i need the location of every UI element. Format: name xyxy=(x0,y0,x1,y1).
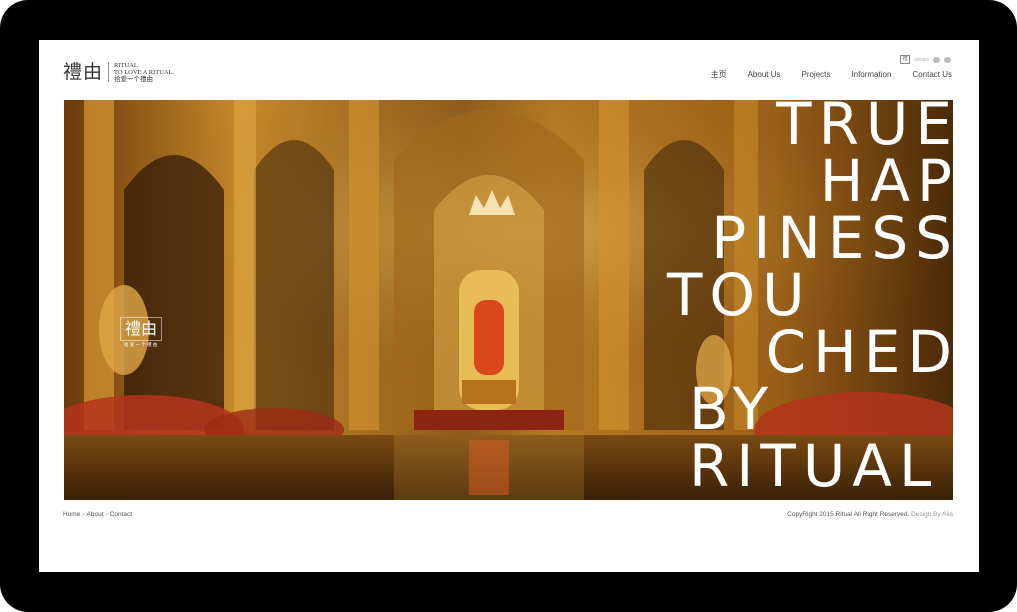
breadcrumb-separator: › xyxy=(105,511,108,518)
breadcrumb: Home › About › Contact xyxy=(63,511,132,518)
device-frame: 禮由 RITUAL TO LOVE A RITUAL. 拾爱一个禮由 禮 WEI… xyxy=(0,0,1017,612)
footer-link-home[interactable]: Home xyxy=(63,511,80,518)
slogan-line: HAP xyxy=(819,147,953,215)
logo-mark: 禮由 xyxy=(63,61,104,83)
slogan-line: CHED xyxy=(765,318,953,386)
nav-contact-us[interactable]: Contact Us xyxy=(912,70,952,80)
social-links: 禮 WEIBO xyxy=(899,55,951,64)
social-label: WEIBO xyxy=(913,57,929,62)
hero-logo: 禮由 xyxy=(120,317,163,341)
site-logo[interactable]: 禮由 RITUAL TO LOVE A RITUAL. 拾爱一个禮由 xyxy=(63,60,174,84)
weibo-icon[interactable] xyxy=(933,56,940,63)
slogan-line: TOU xyxy=(667,261,812,329)
design-credit[interactable]: Design By Aiia xyxy=(911,511,953,518)
brand-badge-icon[interactable]: 禮 xyxy=(899,55,910,64)
web-page: 禮由 RITUAL TO LOVE A RITUAL. 拾爱一个禮由 禮 WEI… xyxy=(39,40,979,572)
slogan-line: TRUE xyxy=(776,100,953,158)
main-nav: 主页 About Us Projects Information Contact… xyxy=(690,70,952,80)
nav-about-us[interactable]: About Us xyxy=(748,70,781,80)
logo-line-3: 拾爱一个禮由 xyxy=(114,75,154,83)
hero-slogan: TRUE HAP PINESS TOU CHED BY RITUAL xyxy=(629,100,953,495)
breadcrumb-separator: › xyxy=(82,511,85,518)
slogan-line: BY xyxy=(689,375,776,443)
nav-information[interactable]: Information xyxy=(851,70,891,80)
hero-banner: 禮由 拾 爱 一 个 禮 由 TRUE HAP PINESS TOU CHED … xyxy=(64,100,953,500)
slogan-line: RITUAL xyxy=(689,432,939,500)
logo-line-2: TO LOVE A RITUAL. xyxy=(114,68,175,76)
wechat-icon[interactable] xyxy=(944,56,951,63)
logo-divider xyxy=(108,62,110,82)
slogan-line: PINESS xyxy=(711,204,953,272)
footer-link-contact[interactable]: Contact xyxy=(110,511,132,518)
copyright: CopyRight 2015 Ritual All Right Reserved… xyxy=(787,511,953,518)
nav-projects[interactable]: Projects xyxy=(801,70,830,80)
footer-link-about[interactable]: About xyxy=(87,511,104,518)
logo-text: RITUAL TO LOVE A RITUAL. 拾爱一个禮由 xyxy=(114,62,174,83)
logo-line-1: RITUAL xyxy=(114,61,138,69)
copyright-text: CopyRight 2015 Ritual All Right Reserved… xyxy=(787,511,910,518)
hero-logo-sub: 拾 爱 一 个 禮 由 xyxy=(124,342,158,347)
nav-home[interactable]: 主页 xyxy=(711,70,727,80)
